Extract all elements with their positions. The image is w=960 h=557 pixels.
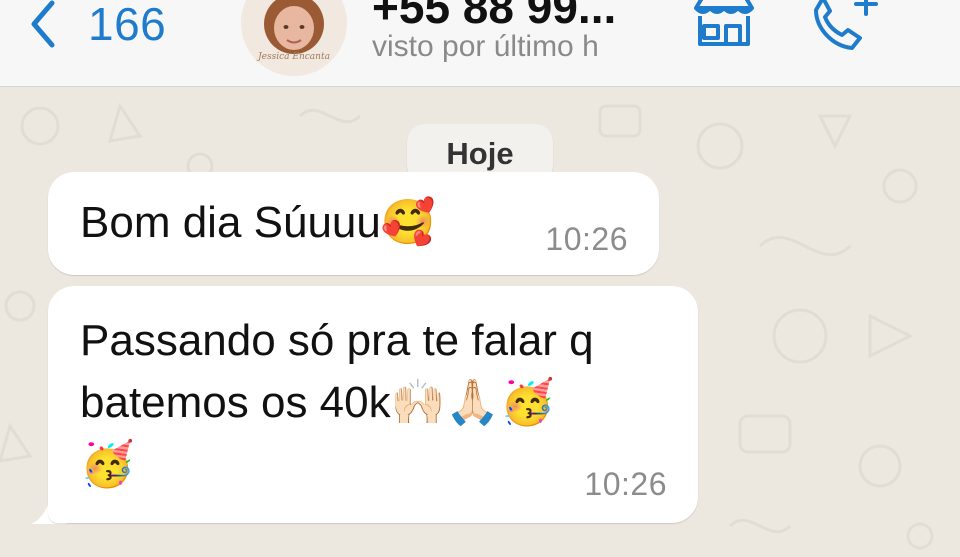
- store-button[interactable]: [690, 0, 758, 50]
- contact-avatar[interactable]: Jessica Encanta: [241, 0, 347, 76]
- message-time: 10:26: [545, 221, 628, 257]
- contact-name[interactable]: +55 88 99...: [372, 0, 662, 34]
- unread-count: 166: [88, 0, 167, 50]
- message-line: 🥳: [80, 440, 135, 489]
- message-line: batemos os 40k🙌🏻🙏🏻🥳: [80, 378, 555, 427]
- avatar-caption: Jessica Encanta: [258, 52, 330, 62]
- avatar-photo: [241, 0, 347, 76]
- message-bubble[interactable]: Passando só pra te falar q batemos os 40…: [48, 286, 698, 523]
- message-text: Bom dia Súuuu🥰: [80, 192, 436, 254]
- message-bubble[interactable]: Bom dia Súuuu🥰 10:26: [48, 172, 659, 275]
- message-time: 10:26: [584, 466, 667, 502]
- message-line: Bom dia Súuuu🥰: [80, 198, 436, 247]
- message-line: Passando só pra te falar q: [80, 316, 594, 365]
- phone-add-icon: [814, 0, 878, 50]
- back-button[interactable]: 166: [26, 0, 166, 52]
- chevron-left-icon: [31, 0, 55, 48]
- add-call-button[interactable]: [808, 0, 882, 52]
- message-text: Passando só pra te falar q batemos os 40…: [80, 310, 594, 496]
- chat-screen: 166 Jessica Encanta +55 88 99... visto p…: [0, 0, 960, 557]
- store-icon: [694, 0, 754, 46]
- contact-status: visto por último h: [372, 30, 599, 63]
- chat-header: 166 Jessica Encanta +55 88 99... visto p…: [0, 0, 960, 87]
